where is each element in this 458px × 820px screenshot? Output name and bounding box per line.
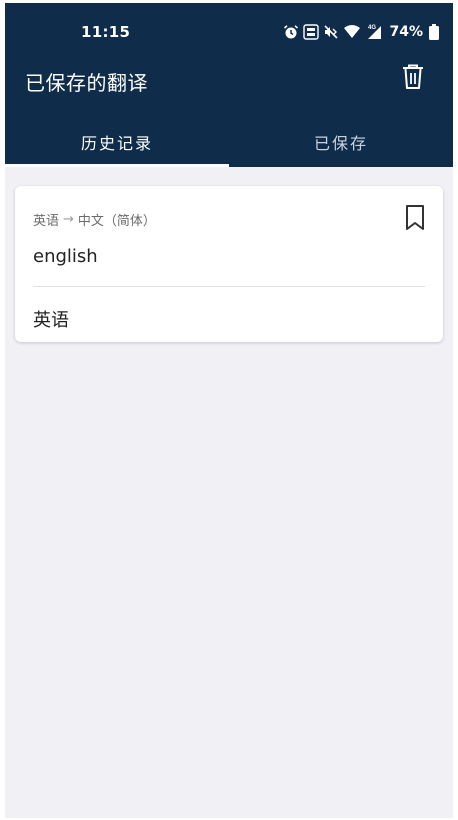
status-icons: 4G 74% [283,21,439,43]
page-title: 已保存的翻译 [25,71,148,95]
source-text: english [33,246,98,267]
tab-saved[interactable]: 已保存 [229,117,453,167]
app-header: 11:15 4G 74% 已保存的翻译 历史记录 已保存 [5,3,453,167]
status-time: 11:15 [81,23,131,41]
target-language: 中文（简体） [77,214,156,229]
translated-text: 英语 [33,310,69,331]
card-divider [33,286,425,287]
wifi-icon [343,24,361,40]
language-pair: 英语 → 中文（简体） [33,210,156,229]
battery-percent: 74% [389,24,423,40]
battery-icon [429,24,439,40]
arrow-right-icon: → [63,212,74,227]
status-bar: 11:15 4G 74% [5,3,453,61]
app-frame: 11:15 4G 74% 已保存的翻译 历史记录 已保存 英语 → 中文（简体）… [5,3,453,818]
active-tab-indicator [5,164,229,167]
save-bookmark-button[interactable] [403,204,427,232]
trash-icon [402,64,424,94]
tab-history-label: 历史记录 [80,134,153,153]
translation-card[interactable]: 英语 → 中文（简体） english 英语 [15,186,443,342]
alarm-icon [283,24,299,40]
volte-icon [303,24,320,40]
signal-icon: 4G [365,23,383,41]
delete-all-button[interactable] [395,61,431,97]
tab-saved-label: 已保存 [313,134,368,153]
mute-icon [323,24,339,40]
source-language: 英语 [33,214,60,229]
bookmark-outline-icon [403,205,427,236]
tab-history[interactable]: 历史记录 [5,117,229,167]
tab-bar: 历史记录 已保存 [5,117,453,167]
network-type-label: 4G [368,25,376,31]
